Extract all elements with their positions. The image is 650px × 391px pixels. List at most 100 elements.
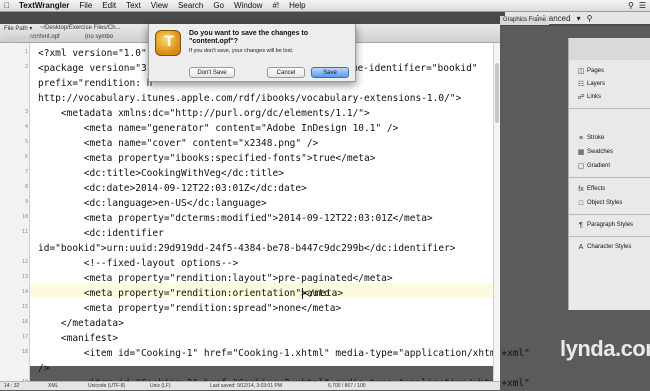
menu-script[interactable]: #!: [267, 1, 284, 10]
line-number: 15: [21, 304, 28, 310]
line-number: 10: [21, 214, 28, 220]
line-number: 14: [21, 289, 28, 295]
gradient-icon: ▢: [577, 163, 585, 170]
line-number: 9: [24, 199, 28, 205]
code-line: <dc:identifier: [38, 228, 164, 239]
encoding-menu[interactable]: Unicode (UTF-8): [88, 383, 125, 389]
document-counts: 6,700 / 867 / 100: [328, 383, 366, 389]
panel-label: Effects: [587, 186, 606, 192]
links-icon: ☍: [577, 94, 585, 101]
panel-swatches[interactable]: ▦ Swatches: [569, 145, 650, 159]
line-number: 2: [24, 64, 28, 70]
line-number: 11: [21, 229, 28, 235]
apple-menu-icon[interactable]: : [0, 1, 14, 10]
symbol-menu[interactable]: (no symbo: [85, 34, 113, 40]
code-line: <!--fixed-layout options-->: [38, 258, 239, 269]
save-button[interactable]: Save: [311, 67, 349, 78]
line-number: 6: [24, 154, 28, 160]
panel-object-styles[interactable]: □ Object Styles: [569, 196, 650, 210]
file-path: ~/Desktop/Exercise Files/Ch...: [40, 25, 121, 31]
save-changes-dialog: T Do you want to save the changes to "co…: [148, 24, 356, 82]
menu-text[interactable]: Text: [121, 1, 146, 10]
panel-divider: [569, 214, 650, 215]
code-line: <dc:language>en-US</dc:language>: [38, 198, 267, 209]
menu-edit[interactable]: Edit: [97, 1, 121, 10]
menu-app[interactable]: TextWrangler: [14, 1, 74, 10]
code-line: <manifest>: [38, 333, 119, 344]
search-icon[interactable]: ⚲: [587, 14, 593, 23]
panel-label: Layers: [587, 81, 606, 87]
panel-label: Object Styles: [587, 200, 623, 206]
panel-label: Paragraph Styles: [587, 222, 634, 228]
stroke-icon: ≡: [578, 134, 584, 142]
code-editor[interactable]: <?xml version="1.0" <package version="3. p…: [30, 43, 530, 389]
spotlight-icon[interactable]: ⚲: [628, 1, 634, 10]
code-line: prefix="rendition: h: [38, 78, 153, 89]
cursor-position[interactable]: 14 : 32: [4, 383, 19, 389]
menu-help[interactable]: Help: [284, 1, 310, 10]
menu-search[interactable]: Search: [173, 1, 208, 10]
panel-header: [568, 38, 650, 60]
code-line: <meta property="rendition:orientation">a…: [38, 288, 330, 299]
code-line: <dc:date>2014-09-12T22:03:01Z</dc:date>: [38, 183, 307, 194]
line-number-gutter: 12345678910111213141516171819: [0, 43, 30, 385]
panel-divider: [569, 177, 650, 178]
line-number: 16: [21, 319, 28, 325]
panel-stroke[interactable]: ≡ Stroke: [569, 131, 650, 145]
line-number: 12: [21, 259, 28, 265]
menu-go[interactable]: Go: [208, 1, 229, 10]
panel-label: Links: [587, 94, 602, 100]
panel-links[interactable]: ☍ Links: [569, 90, 650, 104]
panel-label: Gradient: [587, 163, 611, 169]
code-line: <package version="3.: [38, 63, 153, 74]
indesign-panel-dock: ◫ Pages ☷ Layers ☍ Links ≡ Stroke ▦ Swatches …: [568, 60, 650, 310]
code-line-tail: que-identifier="bookid": [346, 63, 478, 74]
code-line: <meta property="dcterms:modified">2014-0…: [38, 213, 433, 224]
swatches-icon: ▦: [577, 149, 585, 156]
status-bar: 14 : 32 XML Unicode (UTF-8) Unix (LF) La…: [0, 381, 500, 390]
code-line: <meta property="rendition:spread">none</…: [38, 303, 342, 314]
line-number: 7: [24, 169, 28, 175]
code-line: http://vocabulary.itunes.apple.com/rdf/i…: [38, 93, 462, 104]
menu-view[interactable]: View: [146, 1, 173, 10]
line-number: 17: [21, 334, 28, 340]
character-styles-icon: A: [578, 243, 584, 251]
panel-divider: [569, 108, 650, 109]
menu-file[interactable]: File: [74, 1, 97, 10]
menubar-extras: ⚲ ☰: [628, 1, 650, 10]
line-number: 13: [21, 274, 28, 280]
watermark: SOFTPEDIA: [5, 36, 54, 43]
object-styles-icon: □: [578, 199, 584, 207]
code-line-tail-text: </meta>: [303, 288, 344, 299]
code-line: id="bookid">urn:uuid:29d919dd-24f5-4384-…: [38, 243, 456, 254]
panel-label: Stroke: [587, 135, 605, 141]
vertical-scrollbar[interactable]: [493, 43, 500, 381]
panel-layers[interactable]: ☷ Layers: [569, 77, 650, 91]
line-number: 18: [21, 349, 28, 355]
language-menu[interactable]: XML: [48, 383, 58, 389]
cancel-button[interactable]: Cancel: [267, 67, 305, 78]
file-path-menu[interactable]: File Path ▾: [4, 25, 32, 32]
menu-window[interactable]: Window: [229, 1, 267, 10]
dont-save-button[interactable]: Don't Save: [189, 67, 235, 78]
panel-character-styles[interactable]: A Character Styles: [569, 240, 650, 254]
code-line: <meta property="ibooks:specified-fonts">…: [38, 153, 376, 164]
dialog-title: Do you want to save the changes to "cont…: [189, 30, 309, 45]
scrollbar-thumb[interactable]: [495, 63, 499, 123]
line-number: 1: [24, 49, 28, 55]
line-number: 5: [24, 139, 28, 145]
panel-gradient[interactable]: ▢ Gradient: [569, 159, 650, 173]
panel-pages[interactable]: ◫ Pages: [569, 64, 650, 78]
list-icon[interactable]: ☰: [639, 1, 646, 10]
panel-divider: [569, 236, 650, 237]
line-endings-menu[interactable]: Unix (LF): [150, 383, 171, 389]
code-line: </metadata>: [38, 318, 124, 329]
pages-icon: ◫: [577, 68, 585, 75]
dialog-message: If you don't save, your changes will be …: [189, 48, 294, 54]
panel-effects[interactable]: fx Effects: [569, 182, 650, 196]
panel-paragraph-styles[interactable]: ¶ Paragraph Styles: [569, 218, 650, 232]
chevron-down-icon[interactable]: ▾: [577, 14, 581, 23]
code-line: <dc:title>CookingWithVeg</dc:title>: [38, 168, 284, 179]
panel-label: Pages: [587, 68, 605, 74]
indesign-frame-tab[interactable]: Graphics Frame: [500, 16, 550, 25]
